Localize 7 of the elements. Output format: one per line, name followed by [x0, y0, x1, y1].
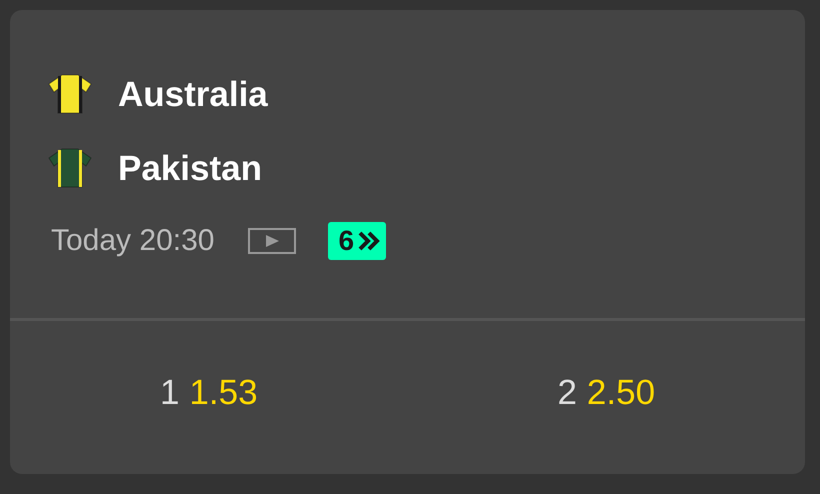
double-chevron-icon — [358, 231, 380, 251]
odds-button[interactable]: 2 2.50 — [408, 321, 805, 474]
odds-button[interactable]: 1 1.53 — [10, 321, 408, 474]
team-name: Australia — [118, 76, 268, 112]
more-markets-button[interactable]: 6 — [328, 222, 386, 260]
team-name: Pakistan — [118, 150, 262, 186]
start-time: Today 20:30 — [51, 226, 214, 256]
